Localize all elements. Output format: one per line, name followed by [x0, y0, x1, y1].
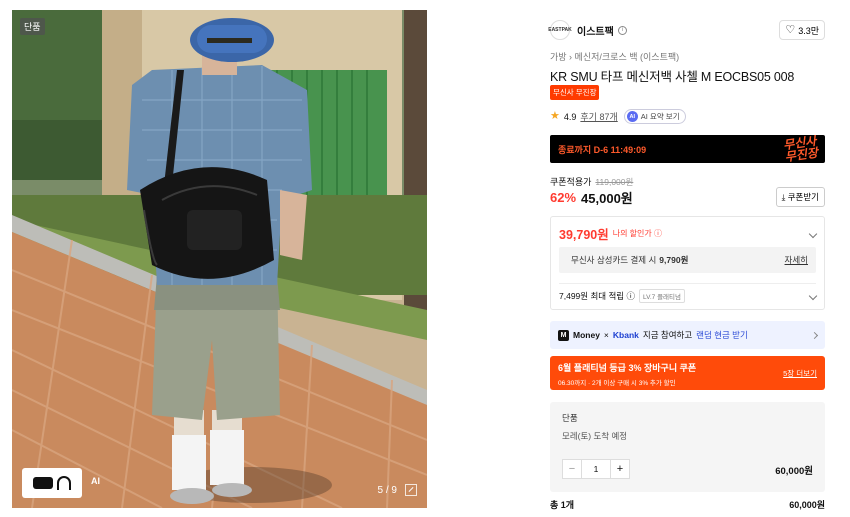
- coupon-banner-title: 6월 플래티넘 등급 3% 장바구니 쿠폰: [558, 363, 697, 373]
- coupon-download-button[interactable]: ⤓ 쿠폰받기: [775, 187, 825, 207]
- image-counter: 5 / 9: [377, 484, 397, 496]
- selected-option-box: 단품 모레(토) 도착 예정 − 1 + 60,000원: [550, 402, 825, 492]
- coupon-banner-sub: 06.30까지 · 2개 이상 구매 시 3% 추가 할인: [558, 380, 676, 387]
- level-badge: LV.7 플래티넘: [638, 288, 685, 303]
- total-label: 총 1개: [550, 500, 575, 510]
- kbank-text: 지금 참여하고: [642, 330, 693, 340]
- kbank-promo-banner[interactable]: M Money × Kbank 지금 참여하고 랜덤 현금 받기: [550, 321, 825, 349]
- card-benefit-row: 무신사 삼성카드 결제 시 9,790원 자세히: [559, 247, 816, 273]
- my-price-row[interactable]: 39,790원 나의 할인가 ⓘ: [559, 224, 818, 243]
- points-text: 7,499원 최대 적립 ⓘ: [559, 290, 635, 301]
- star-icon: ★: [550, 110, 560, 122]
- ai-summary-label: AI 요약 보기: [640, 112, 680, 121]
- card-benefit-amount: 9,790원: [659, 255, 689, 265]
- ai-similar-thumbnail[interactable]: AI: [22, 468, 100, 498]
- strap-thumb-icon: [57, 476, 71, 490]
- benefit-box: 39,790원 나의 할인가 ⓘ 무신사 삼성카드 결제 시 9,790원 자세…: [550, 216, 825, 310]
- total-row: 총 1개 60,000원: [550, 498, 825, 511]
- event-logo: 무신사 무진장: [782, 135, 818, 163]
- option-title: 단품: [562, 413, 578, 423]
- card-benefit-text: 무신사 삼성카드 결제 시: [571, 255, 657, 265]
- event-countdown-banner[interactable]: 종료까지 D-6 11:49:09 무신사 무진장: [550, 135, 825, 163]
- coupon-more-link[interactable]: 5장 더보기: [783, 368, 817, 379]
- ai-thumb-label: AI: [91, 476, 100, 486]
- product-info-panel: EASTPAK 이스트팩 i ♡ 3.3만 가방 › 메신저/크로스 백 (이스…: [540, 10, 835, 517]
- increase-button[interactable]: +: [611, 460, 629, 478]
- countdown-timer: 종료까지 D-6 11:49:09: [558, 144, 647, 155]
- coupon-price-label: 쿠폰적용가: [550, 177, 592, 187]
- points-row[interactable]: 7,499원 최대 적립 ⓘ LV.7 플래티넘: [559, 283, 818, 303]
- option-price: 60,000원: [775, 466, 813, 477]
- chevron-down-icon[interactable]: [808, 229, 818, 238]
- review-link[interactable]: 후기 87개: [580, 110, 617, 123]
- brand-row: EASTPAK 이스트팩 i ♡ 3.3만: [548, 18, 825, 42]
- kbank-label: Kbank: [612, 330, 639, 340]
- like-count: 3.3만: [798, 25, 819, 36]
- original-price: 119,000원: [595, 176, 634, 187]
- expand-icon[interactable]: [405, 484, 417, 496]
- delivery-estimate: 모레(토) 도착 예정: [562, 431, 628, 441]
- card-detail-link[interactable]: 자세히: [785, 254, 808, 266]
- sale-price: 45,000원: [581, 191, 633, 206]
- info-icon[interactable]: i: [617, 25, 627, 35]
- discount-rate: 62%: [550, 190, 577, 205]
- decrease-button[interactable]: −: [563, 460, 581, 478]
- platinum-coupon-banner[interactable]: 6월 플래티넘 등급 3% 장바구니 쿠폰 06.30까지 · 2개 이상 구매…: [550, 356, 825, 390]
- my-price: 39,790원: [559, 228, 609, 242]
- rating-row: ★ 4.9 후기 87개 AI AI 요약 보기: [550, 109, 825, 124]
- total-value: 60,000원: [789, 500, 825, 510]
- brand-name[interactable]: 이스트팩: [577, 23, 614, 38]
- price-row: 62% 45,000원 ⤓ 쿠폰받기: [550, 187, 825, 207]
- my-price-label: 나의 할인가 ⓘ: [612, 229, 662, 238]
- ai-summary-button[interactable]: AI AI 요약 보기: [623, 109, 686, 124]
- single-item-tag: 단품: [20, 18, 45, 35]
- money-m-icon: M: [558, 329, 569, 341]
- quantity-value[interactable]: 1: [581, 460, 611, 478]
- image-counter-group: 5 / 9: [378, 484, 417, 496]
- product-main-image[interactable]: 단품 AI 5 / 9: [12, 10, 427, 508]
- like-button[interactable]: ♡ 3.3만: [779, 20, 825, 40]
- times-sign: ×: [603, 330, 609, 340]
- money-label: Money: [573, 330, 600, 340]
- ai-icon: AI: [626, 111, 638, 122]
- breadcrumb[interactable]: 가방 › 메신저/크로스 백 (이스트팩): [550, 50, 825, 63]
- quantity-stepper[interactable]: − 1 +: [562, 459, 630, 479]
- promo-badge: 무신사 무진장: [550, 85, 600, 100]
- product-title: KR SMU 타프 메신저백 사첼 M EOCBS05 008: [550, 70, 795, 84]
- rating-score: 4.9: [563, 111, 577, 122]
- bag-thumb-icon: [33, 477, 53, 489]
- product-photo-illustration: [12, 10, 427, 508]
- brand-logo[interactable]: EASTPAK: [548, 20, 572, 40]
- chevron-down-icon[interactable]: [808, 291, 818, 300]
- kbank-link[interactable]: 랜덤 현금 받기: [696, 329, 748, 341]
- heart-icon: ♡: [785, 23, 796, 36]
- chevron-right-icon: [810, 331, 819, 339]
